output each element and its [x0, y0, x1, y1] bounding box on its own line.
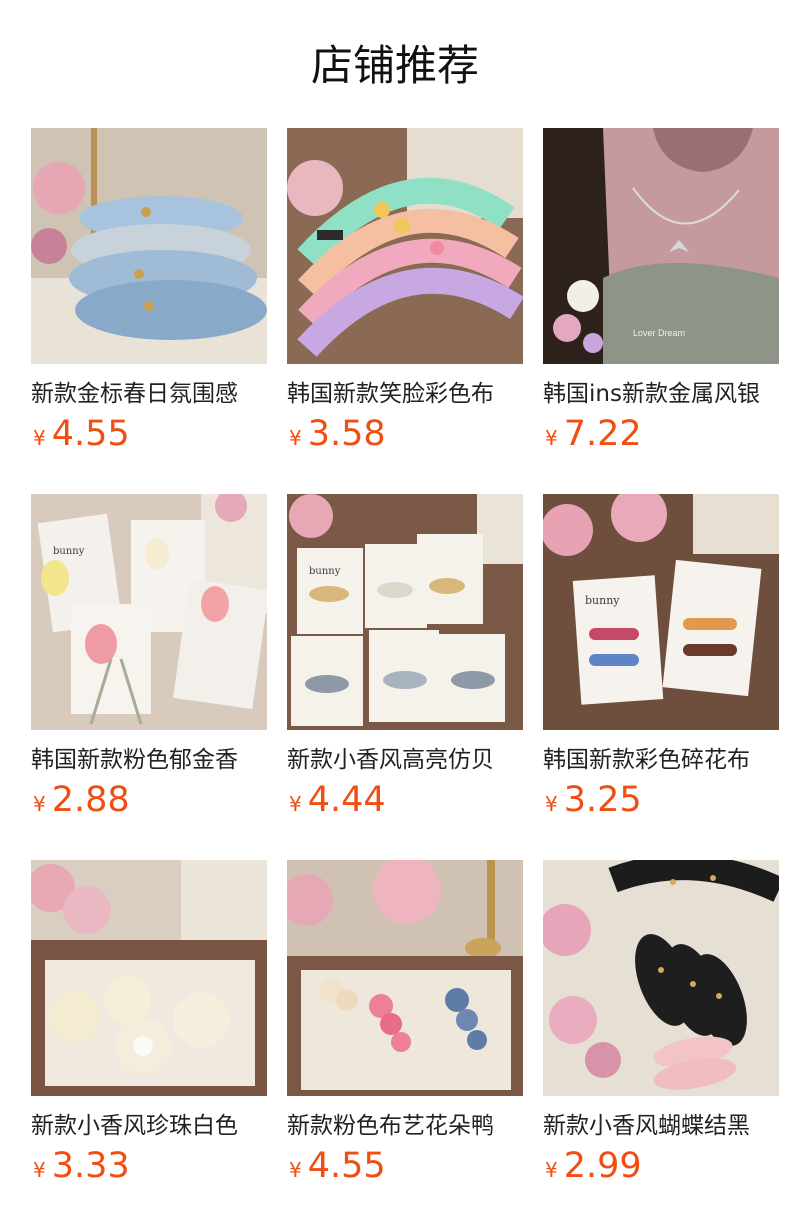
product-image[interactable]: bunny: [287, 494, 523, 730]
currency-symbol: ¥: [545, 792, 558, 816]
currency-symbol: ¥: [545, 1158, 558, 1182]
product-image[interactable]: [31, 860, 267, 1096]
product-card[interactable]: 新款小香风蝴蝶结黑 ¥2.99: [543, 860, 779, 1194]
card-brand-text: bunny: [53, 546, 85, 557]
product-price: ¥4.55: [289, 1146, 386, 1186]
product-image[interactable]: [287, 128, 523, 364]
product-price: ¥3.33: [33, 1146, 130, 1186]
product-price: ¥4.44: [289, 780, 386, 820]
product-price: ¥4.55: [33, 414, 130, 454]
price-value: 3.58: [307, 414, 386, 454]
product-price: ¥7.22: [545, 414, 642, 454]
product-image[interactable]: Lover Dream: [543, 128, 779, 364]
price-value: 4.55: [51, 414, 130, 454]
product-card[interactable]: bunny 新款小香风高亮仿贝 ¥4.44: [287, 494, 523, 828]
product-name[interactable]: 韩国ins新款金属风银: [543, 377, 779, 411]
product-name[interactable]: 新款小香风蝴蝶结黑: [543, 1109, 779, 1143]
page-title: 店铺推荐: [310, 41, 479, 90]
price-value: 3.25: [563, 780, 642, 820]
currency-symbol: ¥: [289, 426, 302, 450]
product-card[interactable]: 新款金标春日氛围感 ¥4.55: [31, 128, 267, 462]
product-card[interactable]: 韩国新款笑脸彩色布 ¥3.58: [287, 128, 523, 462]
product-name[interactable]: 新款小香风珍珠白色: [31, 1109, 267, 1143]
product-name[interactable]: 新款粉色布艺花朵鸭: [287, 1109, 523, 1143]
product-image[interactable]: [543, 860, 779, 1096]
price-value: 3.33: [51, 1146, 130, 1186]
price-value: 4.55: [307, 1146, 386, 1186]
product-price: ¥3.58: [289, 414, 386, 454]
product-image[interactable]: [287, 860, 523, 1096]
watermark-text: Lover Dream: [633, 328, 685, 338]
product-card[interactable]: 新款粉色布艺花朵鸭 ¥4.55: [287, 860, 523, 1194]
product-grid: 新款金标春日氛围感 ¥4.55 韩国新款笑脸彩色布 ¥3.58 Lover Dr…: [31, 128, 779, 1194]
price-value: 2.88: [51, 780, 130, 820]
product-name[interactable]: 新款小香风高亮仿贝: [287, 743, 523, 777]
product-image[interactable]: [31, 128, 267, 364]
card-brand-text: bunny: [309, 566, 341, 577]
product-name[interactable]: 韩国新款笑脸彩色布: [287, 377, 523, 411]
currency-symbol: ¥: [33, 792, 46, 816]
product-price: ¥3.25: [545, 780, 642, 820]
currency-symbol: ¥: [545, 426, 558, 450]
product-name[interactable]: 韩国新款粉色郁金香: [31, 743, 267, 777]
currency-symbol: ¥: [289, 1158, 302, 1182]
product-card[interactable]: Lover Dream 韩国ins新款金属风银 ¥7.22: [543, 128, 779, 462]
price-value: 2.99: [563, 1146, 642, 1186]
card-brand-text: bunny: [585, 594, 620, 607]
product-card[interactable]: 新款小香风珍珠白色 ¥3.33: [31, 860, 267, 1194]
currency-symbol: ¥: [33, 1158, 46, 1182]
product-name[interactable]: 新款金标春日氛围感: [31, 377, 267, 411]
currency-symbol: ¥: [289, 792, 302, 816]
currency-symbol: ¥: [33, 426, 46, 450]
product-card[interactable]: bunny 韩国新款彩色碎花布 ¥3.25: [543, 494, 779, 828]
product-name[interactable]: 韩国新款彩色碎花布: [543, 743, 779, 777]
product-price: ¥2.88: [33, 780, 130, 820]
price-value: 7.22: [563, 414, 642, 454]
price-value: 4.44: [307, 780, 386, 820]
product-image[interactable]: bunny: [543, 494, 779, 730]
product-card[interactable]: bunny 韩国新款粉色郁金香 ¥2.88: [31, 494, 267, 828]
product-price: ¥2.99: [545, 1146, 642, 1186]
product-image[interactable]: bunny: [31, 494, 267, 730]
